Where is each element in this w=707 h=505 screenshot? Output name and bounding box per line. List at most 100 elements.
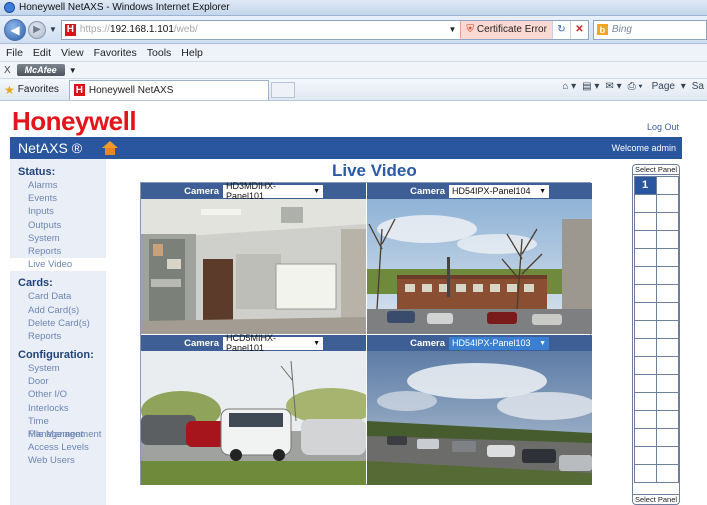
certificate-error-button[interactable]: ⛨ Certificate Error (460, 20, 552, 39)
sidebar-item-config-system[interactable]: System (10, 362, 106, 375)
sidebar-item-outputs[interactable]: Outputs (10, 219, 106, 232)
panel-cell[interactable] (633, 373, 657, 393)
stop-button[interactable]: ✕ (569, 20, 588, 39)
panel-cell[interactable] (633, 247, 657, 267)
sidebar-item-reports[interactable]: Reports (10, 245, 106, 258)
panel-cell[interactable] (655, 319, 679, 339)
print-icon[interactable]: ⎙ ▾ (628, 81, 643, 92)
address-row: ◀ ▶ ▼ H https:// 192.168.1.101 /web/ ▼ ⛨… (0, 16, 707, 44)
panel-cell[interactable] (633, 265, 657, 285)
menu-file[interactable]: File (6, 47, 23, 59)
menu-edit[interactable]: Edit (33, 47, 51, 59)
panel-cell-selected[interactable]: 1 (633, 175, 657, 195)
camera-select-value: HD54IPX-Panel103 (452, 338, 531, 348)
sidebar-item-door[interactable]: Door (10, 375, 106, 388)
panel-cell[interactable] (655, 445, 679, 465)
home-icon[interactable]: ⌂ ▾ (562, 81, 576, 92)
panel-cell[interactable] (655, 247, 679, 267)
camera-label: Camera (184, 337, 219, 349)
sidebar-item-access-levels[interactable]: Access Levels (10, 441, 106, 454)
panel-cell[interactable] (633, 427, 657, 447)
panel-cell[interactable] (655, 265, 679, 285)
panel-cell[interactable] (655, 427, 679, 447)
panel-cell[interactable] (633, 283, 657, 303)
sidebar-item-events[interactable]: Events (10, 192, 106, 205)
panel-cell[interactable] (655, 175, 679, 195)
sidebar-item-system[interactable]: System (10, 232, 106, 245)
panel-cell[interactable] (655, 337, 679, 357)
panel-cell[interactable] (633, 337, 657, 357)
panel-cell[interactable] (655, 391, 679, 411)
safety-menu[interactable]: Sa (692, 81, 704, 92)
menu-favorites[interactable]: Favorites (94, 47, 137, 59)
panel-cell[interactable] (633, 319, 657, 339)
favorites-button[interactable]: Favorites (18, 84, 59, 95)
menu-tools[interactable]: Tools (147, 47, 172, 59)
forward-button[interactable]: ▶ (28, 20, 46, 39)
panel-cell[interactable] (655, 301, 679, 321)
history-dropdown-icon[interactable]: ▼ (49, 25, 57, 34)
tab-favicon-icon: H (73, 84, 85, 96)
camera-view-2: Camera HD54IPX-Panel104 ▼ (367, 183, 592, 334)
ie-icon (4, 2, 15, 13)
read-mail-icon[interactable]: ✉ ▾ (605, 81, 621, 92)
panel-cell[interactable] (633, 211, 657, 231)
logout-link[interactable]: Log Out (647, 122, 679, 132)
camera-label: Camera (410, 337, 445, 349)
sidebar-item-time-management[interactable]: Time Management (10, 415, 106, 440)
sidebar-item-other-io[interactable]: Other I/O (10, 388, 106, 401)
sidebar-item-live-video[interactable]: Live Video (10, 258, 106, 272)
panel-cell[interactable] (655, 463, 679, 483)
panel-cell[interactable] (655, 355, 679, 375)
back-button[interactable]: ◀ (4, 18, 26, 41)
panel-cell[interactable] (655, 283, 679, 303)
panel-cell[interactable] (633, 391, 657, 411)
page-menu[interactable]: Page ▾ (649, 81, 686, 92)
panel-cell[interactable] (633, 463, 657, 483)
camera-select[interactable]: HCD5MIHX-Panel101 ▼ (223, 333, 323, 353)
sidebar-item-web-users[interactable]: Web Users (10, 454, 106, 467)
favorites-star-icon[interactable]: ★ (4, 83, 15, 97)
feeds-icon[interactable]: ▤ ▾ (582, 81, 599, 92)
panel-cell[interactable] (655, 229, 679, 249)
favorites-bar: ★ Favorites H Honeywell NetAXS ⌂ ▾ ▤ ▾ ✉… (0, 79, 707, 101)
panel-cell[interactable] (633, 229, 657, 249)
menu-help[interactable]: Help (181, 47, 203, 59)
panel-cell[interactable] (655, 373, 679, 393)
camera-header: Camera HD3MDIHX-Panel101 ▼ (141, 181, 366, 201)
sidebar-item-card-data[interactable]: Card Data (10, 290, 106, 303)
panel-cell[interactable] (633, 355, 657, 375)
sidebar-item-interlocks[interactable]: Interlocks (10, 402, 106, 415)
sidebar-item-file-management[interactable]: File Management (10, 428, 106, 441)
mcafee-button[interactable]: McAfee (16, 64, 65, 76)
panel-selector: Select Panel 1 Select Panel (632, 164, 680, 505)
panel-cell[interactable] (633, 409, 657, 429)
certificate-error-label: Certificate Error (476, 24, 547, 35)
panel-cell[interactable] (633, 301, 657, 321)
panel-cell[interactable] (655, 193, 679, 213)
panel-cell[interactable] (655, 409, 679, 429)
sidebar-item-add-cards[interactable]: Add Card(s) (10, 304, 106, 317)
panel-cell[interactable] (633, 193, 657, 213)
camera-select[interactable]: HD54IPX-Panel103 ▼ (449, 336, 549, 350)
address-dropdown-icon[interactable]: ▼ (448, 25, 456, 34)
menu-view[interactable]: View (61, 47, 84, 59)
sidebar-item-delete-cards[interactable]: Delete Card(s) (10, 317, 106, 330)
close-toolbar-icon[interactable]: X (4, 65, 11, 76)
new-tab-button[interactable] (270, 81, 295, 98)
panel-cell[interactable] (633, 445, 657, 465)
sidebar: Status: Alarms Events Inputs Outputs Sys… (10, 159, 106, 505)
sidebar-item-card-reports[interactable]: Reports (10, 330, 106, 343)
panel-cell[interactable] (655, 211, 679, 231)
sidebar-item-alarms[interactable]: Alarms (10, 179, 106, 192)
address-bar[interactable]: H https:// 192.168.1.101 /web/ ▼ ⛨ Certi… (60, 19, 589, 40)
search-box[interactable]: b Bing (592, 19, 707, 40)
camera-select[interactable]: HD54IPX-Panel104 ▼ (449, 184, 549, 198)
refresh-button[interactable]: ↻ (551, 20, 570, 39)
camera-select[interactable]: HD3MDIHX-Panel101 ▼ (223, 181, 323, 201)
bing-icon: b (596, 24, 608, 35)
mcafee-dropdown-icon[interactable]: ▼ (69, 66, 77, 75)
sidebar-item-inputs[interactable]: Inputs (10, 205, 106, 218)
home-icon[interactable] (102, 141, 119, 155)
browser-tab[interactable]: H Honeywell NetAXS (68, 79, 269, 100)
